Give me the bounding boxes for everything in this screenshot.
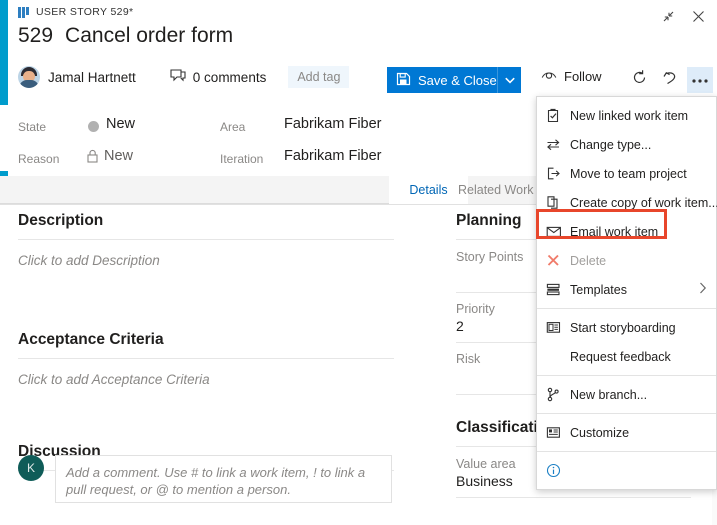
menu-item-label: New branch... (570, 387, 648, 402)
menu-item-request-feedback[interactable]: Request feedback (537, 342, 716, 371)
templates-icon (546, 283, 568, 296)
state-dot-icon (88, 121, 99, 132)
description-placeholder[interactable]: Click to add Description (18, 253, 394, 268)
comment-bubble-icon (170, 68, 186, 86)
description-divider (18, 239, 394, 240)
field-value-reason: New (104, 148, 134, 164)
work-item-type-label: USER STORY 529* (18, 6, 133, 18)
menu-item-keyboard-shortcuts[interactable] (537, 456, 716, 485)
menu-separator (537, 413, 716, 414)
work-item-id: 529 (18, 24, 54, 47)
swap-arrows-icon (546, 137, 568, 152)
work-item-type-text: USER STORY 529* (36, 6, 134, 18)
ellipsis-icon (691, 71, 709, 89)
assignee-name[interactable]: Jamal Hartnett (48, 70, 136, 85)
menu-item-new-branch[interactable]: New branch... (537, 380, 716, 409)
undo-arrow-icon (662, 69, 679, 91)
save-and-close-button[interactable]: Save & Close (387, 67, 508, 93)
envelope-icon (546, 225, 568, 238)
window-controls (655, 4, 711, 28)
menu-item-email-work-item[interactable]: Email work item (537, 217, 716, 246)
copy-icon (546, 195, 568, 210)
menu-item-move-to-team-project[interactable]: Move to team project (537, 159, 716, 188)
menu-item-label: Create copy of work item... (570, 195, 717, 210)
menu-item-label: Templates (570, 282, 627, 297)
field-label-reason: Reason (18, 152, 60, 166)
menu-item-label: Request feedback (570, 349, 671, 364)
menu-item-templates[interactable]: Templates (537, 275, 716, 304)
branch-icon (546, 387, 568, 402)
menu-item-label: Customize (570, 425, 630, 440)
red-x-icon (546, 253, 568, 268)
menu-separator (537, 375, 716, 376)
add-tag-button[interactable]: Add tag (288, 66, 350, 88)
chevron-right-icon (699, 282, 707, 297)
more-actions-button[interactable] (687, 67, 713, 93)
customize-icon (546, 426, 568, 439)
menu-item-label: Change type... (570, 137, 652, 152)
eye-icon (541, 69, 558, 84)
page-title: 529 Cancel order form (18, 24, 233, 48)
menu-item-label: New linked work item (570, 108, 689, 123)
save-options-dropdown[interactable] (497, 67, 521, 93)
undo-button[interactable] (657, 67, 683, 93)
save-and-close-label: Save & Close (418, 72, 497, 88)
menu-separator (537, 308, 716, 309)
field-value-state[interactable]: New (106, 116, 135, 132)
menu-item-label: Start storyboarding (570, 320, 676, 335)
follow-label: Follow (564, 69, 602, 84)
clipboard-check-icon (546, 108, 568, 123)
menu-item-label: Delete (570, 253, 607, 268)
save-icon (396, 71, 411, 89)
refresh-icon (631, 69, 648, 91)
more-actions-menu: New linked work item Change type... Move… (536, 96, 717, 490)
menu-item-delete: Delete (537, 246, 716, 275)
close-icon[interactable] (685, 4, 711, 28)
menu-item-label: Email work item (570, 224, 659, 239)
move-out-icon (546, 166, 568, 181)
field-label-state: State (18, 120, 47, 134)
comments-link[interactable]: 0 comments (170, 68, 267, 86)
menu-separator (537, 451, 716, 452)
acceptance-criteria-placeholder[interactable]: Click to add Acceptance Criteria (18, 372, 394, 387)
menu-item-create-copy-of-work-item[interactable]: Create copy of work item... (537, 188, 717, 217)
work-item-title[interactable]: Cancel order form (65, 24, 233, 48)
discussion-avatar: K (18, 455, 44, 481)
menu-item-label: Move to team project (570, 166, 687, 181)
acceptance-criteria-heading: Acceptance Criteria (18, 331, 164, 348)
info-circle-icon (546, 463, 568, 478)
field-value-iteration[interactable]: Fabrikam Fiber (284, 148, 382, 164)
comment-input[interactable]: Add a comment. Use # to link a work item… (55, 455, 392, 503)
work-item-dialog: USER STORY 529* 529 Cancel order form Ja… (0, 0, 717, 525)
work-item-subheader: Jamal Hartnett 0 comments Add tag (18, 66, 350, 88)
field-label-iteration: Iteration (220, 152, 264, 166)
chevron-down-icon (504, 71, 515, 89)
avatar[interactable] (18, 66, 40, 88)
field-label-area: Area (220, 120, 246, 134)
restore-down-icon[interactable] (655, 4, 681, 28)
menu-item-start-storyboarding[interactable]: Start storyboarding (537, 313, 716, 342)
user-story-icon (18, 6, 30, 18)
comments-count-label: 0 comments (192, 69, 267, 85)
follow-button[interactable]: Follow (541, 69, 602, 84)
acceptance-criteria-divider (18, 358, 394, 359)
refresh-button[interactable] (626, 67, 652, 93)
description-heading: Description (18, 212, 104, 229)
main-content-column: Description Click to add Description Acc… (18, 212, 394, 471)
menu-item-customize[interactable]: Customize (537, 418, 716, 447)
field-value-area[interactable]: Fabrikam Fiber (284, 116, 382, 132)
lock-icon (86, 149, 99, 168)
storyboard-icon (546, 321, 568, 334)
menu-item-change-type[interactable]: Change type... (537, 130, 716, 159)
menu-item-new-linked-work-item[interactable]: New linked work item (537, 101, 716, 130)
